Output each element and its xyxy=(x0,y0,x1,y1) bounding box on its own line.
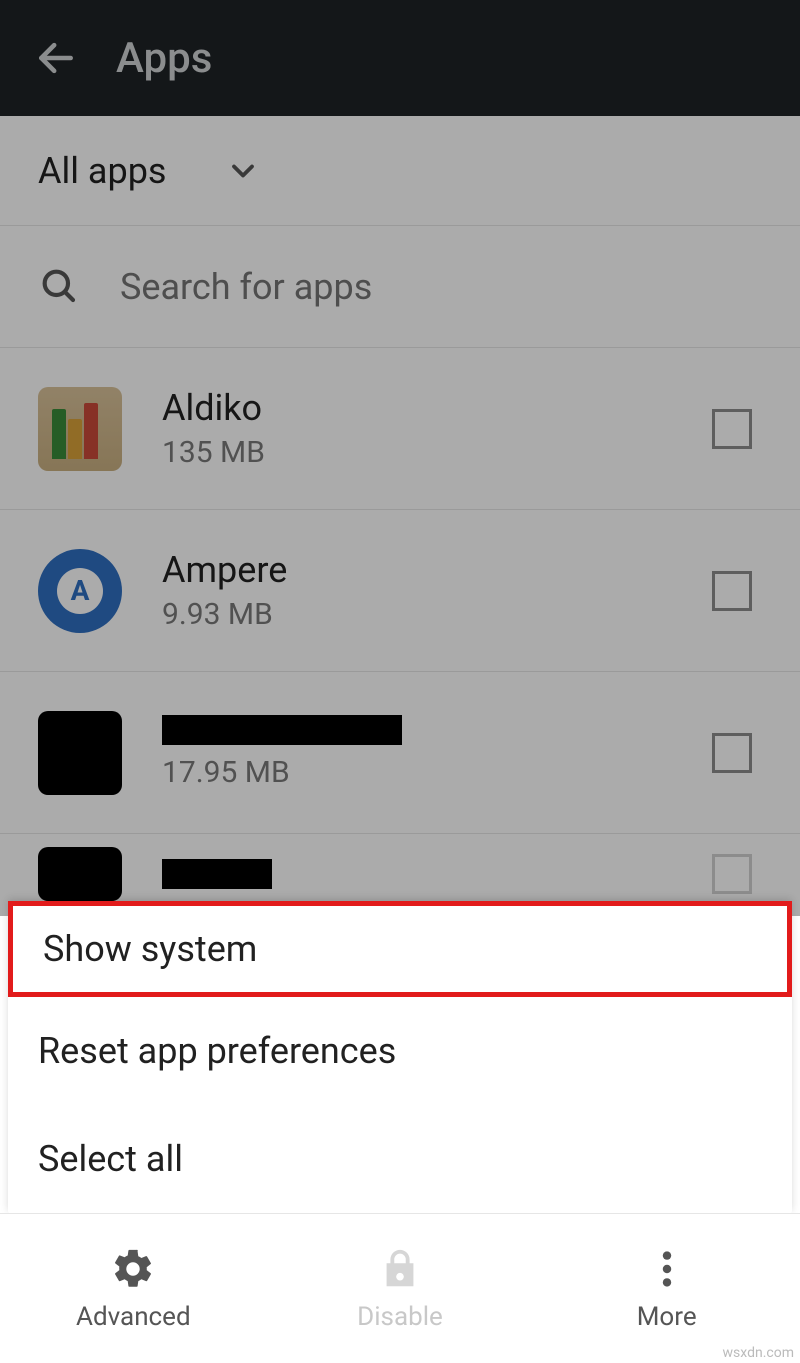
chevron-down-icon xyxy=(225,153,261,189)
more-vert-icon xyxy=(644,1246,690,1296)
appbar: Apps xyxy=(0,0,800,116)
lock-icon xyxy=(377,1246,423,1296)
app-name-redacted xyxy=(162,859,272,889)
checkbox[interactable] xyxy=(712,854,752,894)
checkbox[interactable] xyxy=(712,571,752,611)
page-title: Apps xyxy=(116,34,212,83)
nav-label: Disable xyxy=(357,1302,443,1332)
search-icon xyxy=(38,265,78,309)
menu-reset-app-preferences[interactable]: Reset app preferences xyxy=(8,997,792,1105)
app-row-ampere[interactable]: A Ampere 9.93 MB xyxy=(0,510,800,672)
checkbox[interactable] xyxy=(712,733,752,773)
app-name: Ampere xyxy=(162,549,712,591)
app-size: 17.95 MB xyxy=(162,755,712,790)
app-info: Ampere 9.93 MB xyxy=(162,549,712,632)
back-button[interactable] xyxy=(28,30,84,86)
watermark: wsxdn.com xyxy=(723,1345,794,1361)
nav-advanced[interactable]: Advanced xyxy=(0,1214,267,1363)
app-info: 17.95 MB xyxy=(162,715,712,790)
bottom-nav: Advanced Disable More xyxy=(0,1213,800,1363)
menu-select-all[interactable]: Select all xyxy=(8,1105,792,1213)
app-icon-ampere: A xyxy=(38,549,122,633)
nav-label: Advanced xyxy=(76,1302,191,1332)
filter-dropdown[interactable]: All apps xyxy=(0,116,800,226)
app-name-redacted xyxy=(162,715,402,745)
app-row-aldiko[interactable]: Aldiko 135 MB xyxy=(0,348,800,510)
app-icon-aldiko xyxy=(38,387,122,471)
app-size: 135 MB xyxy=(162,435,712,470)
nav-disable: Disable xyxy=(267,1214,534,1363)
app-info xyxy=(162,859,712,889)
gear-icon xyxy=(110,1246,156,1296)
nav-more[interactable]: More xyxy=(533,1214,800,1363)
app-row-redacted-1[interactable]: 17.95 MB xyxy=(0,672,800,834)
arrow-back-icon xyxy=(34,36,78,80)
checkbox[interactable] xyxy=(712,409,752,449)
app-list: Aldiko 135 MB A Ampere 9.93 MB 17.95 MB xyxy=(0,348,800,914)
filter-label: All apps xyxy=(38,150,167,192)
search-input[interactable] xyxy=(120,266,762,308)
app-info: Aldiko 135 MB xyxy=(162,387,712,470)
app-name: Aldiko xyxy=(162,387,712,429)
app-icon-redacted xyxy=(38,847,122,901)
app-size: 9.93 MB xyxy=(162,597,712,632)
search-row[interactable] xyxy=(0,226,800,348)
app-icon-redacted xyxy=(38,711,122,795)
nav-label: More xyxy=(637,1302,697,1332)
menu-show-system[interactable]: Show system xyxy=(8,901,792,997)
more-menu-sheet: Show system Reset app preferences Select… xyxy=(8,901,792,1213)
